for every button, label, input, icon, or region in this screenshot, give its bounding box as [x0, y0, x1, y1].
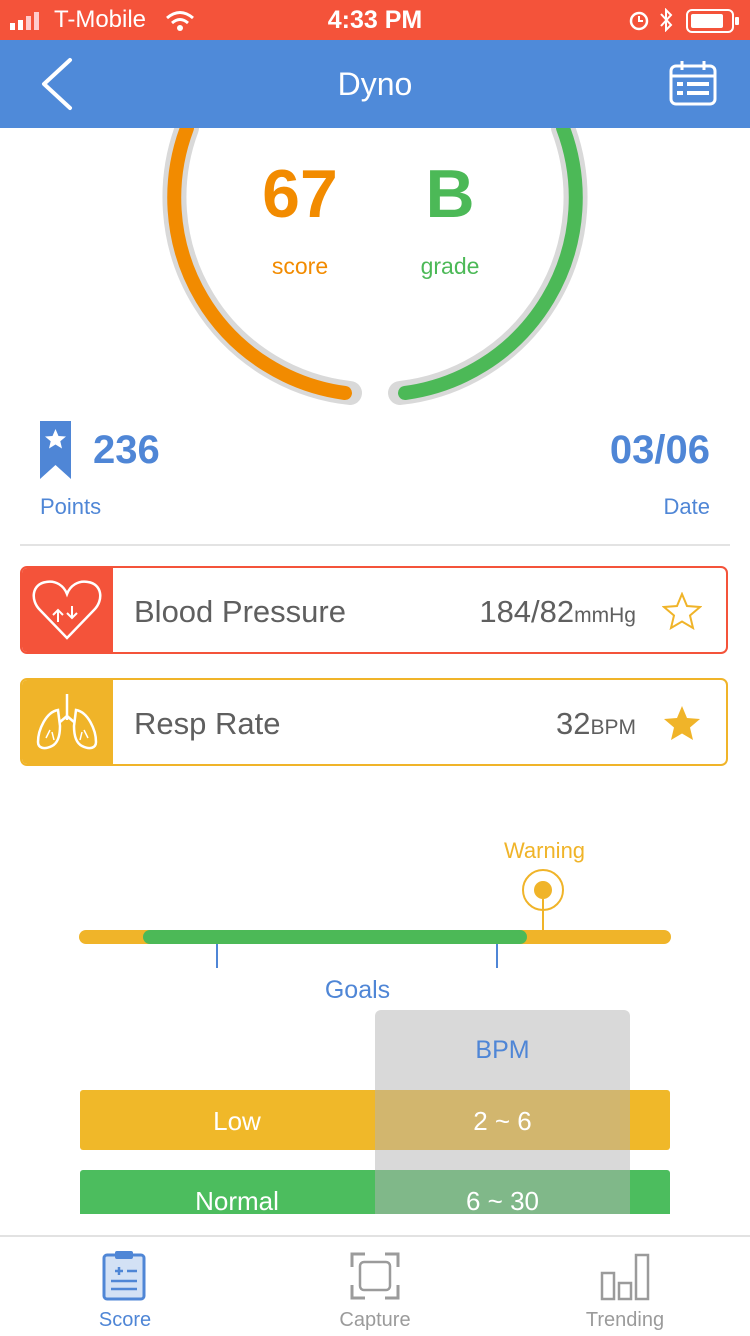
tab-label: Capture — [339, 1309, 411, 1331]
nav-bar: Dyno — [0, 40, 750, 128]
vital-name: Blood Pressure — [134, 594, 346, 629]
vital-value: 32BPM — [556, 706, 636, 741]
page-title: Dyno — [337, 66, 413, 102]
star-filled-icon[interactable] — [662, 704, 702, 742]
goal-range: 2 ~ 6 — [473, 1106, 532, 1136]
score-label: score — [271, 253, 329, 279]
bluetooth-icon — [660, 8, 673, 32]
date-label: Date — [663, 494, 710, 519]
vital-card-resp-rate[interactable]: Resp Rate 32BPM — [20, 678, 728, 766]
current-value-marker — [534, 881, 552, 899]
tab-label: Trending — [585, 1309, 665, 1331]
capture-frame-icon — [350, 1252, 400, 1300]
battery-icon — [686, 9, 739, 33]
tab-capture[interactable]: Capture — [250, 1237, 500, 1336]
grade-value: B — [425, 156, 475, 232]
goal-range: 6 ~ 30 — [465, 1186, 539, 1216]
vital-name: Resp Rate — [134, 706, 281, 741]
star-outline-icon[interactable] — [662, 592, 702, 630]
gauge-marker-label: Warning — [503, 838, 586, 863]
tab-bar: Score Capture Trending — [0, 1235, 750, 1336]
vital-value: 184/82mmHg — [479, 594, 636, 629]
points-label: Points — [40, 494, 102, 519]
grade-label: grade — [420, 253, 480, 279]
alarm-icon — [629, 11, 649, 31]
goals-title: Goals — [324, 976, 391, 1004]
date-value: 03/06 — [609, 428, 710, 472]
goal-label: Normal — [195, 1186, 279, 1216]
points-value: 236 — [93, 428, 160, 472]
range-gauge — [79, 869, 671, 968]
tab-score[interactable]: Score — [0, 1237, 250, 1336]
tab-trending[interactable]: Trending — [500, 1237, 750, 1336]
goal-label: Low — [213, 1106, 261, 1136]
bar-chart-icon — [600, 1253, 650, 1301]
heart-icon — [22, 568, 113, 652]
status-bar: T-Mobile 4:33 PM — [0, 0, 750, 40]
score-value: 67 — [262, 156, 338, 232]
lungs-icon — [22, 680, 113, 764]
bpm-column-header: BPM — [475, 1036, 530, 1064]
calendar-icon[interactable] — [668, 58, 718, 108]
tab-label: Score — [98, 1309, 152, 1331]
divider — [20, 544, 730, 546]
clipboard-icon — [102, 1251, 146, 1301]
bookmark-star-icon — [40, 421, 71, 479]
vital-card-blood-pressure[interactable]: Blood Pressure 184/82mmHg — [20, 566, 728, 654]
